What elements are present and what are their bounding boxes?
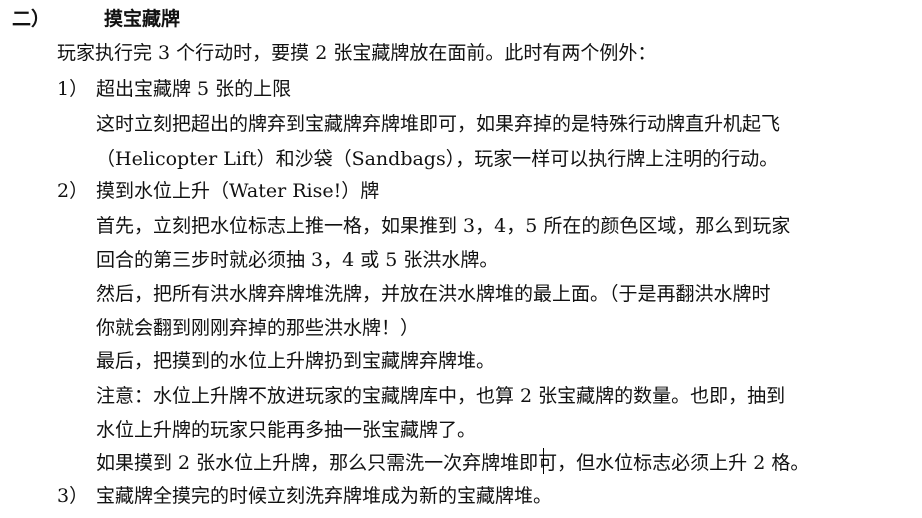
item-1-line-1: 这时立刻把超出的牌弃到宝藏牌弃牌堆即可，如果弃掉的是特殊行动牌直升机起飞 bbox=[96, 113, 781, 135]
item-3-number: 3） bbox=[57, 485, 89, 507]
intro-paragraph: 玩家执行完 3 个行动时，要摸 2 张宝藏牌放在面前。此时有两个例外： bbox=[57, 42, 657, 64]
item-2-number: 2） bbox=[57, 180, 89, 202]
item-2-line-5: 最后，把摸到的水位上升牌扔到宝藏牌弃牌堆。 bbox=[96, 350, 496, 372]
item-2-line-2: 回合的第三步时就必须抽 3，4 或 5 张洪水牌。 bbox=[96, 249, 499, 271]
item-2-line-8: 如果摸到 2 张水位上升牌，那么只需洗一次弃牌堆即可，但水位标志必须上升 2 格… bbox=[96, 452, 810, 474]
item-2-line-1: 首先，立刻把水位标志上推一格，如果推到 3，4，5 所在的颜色区域，那么到玩家 bbox=[96, 215, 791, 237]
item-2-line-4: 你就会翻到刚刚弃掉的那些洪水牌！） bbox=[96, 317, 420, 339]
item-2-line-3: 然后，把所有洪水牌弃牌堆洗牌，并放在洪水牌堆的最上面。（于是再翻洪水牌时 bbox=[96, 283, 771, 305]
section-number: 二） bbox=[12, 8, 51, 30]
item-3-title: 宝藏牌全摸完的时候立刻洗弃牌堆成为新的宝藏牌堆。 bbox=[96, 485, 553, 507]
item-1-number: 1） bbox=[57, 78, 89, 100]
document-page: 二） 摸宝藏牌 玩家执行完 3 个行动时，要摸 2 张宝藏牌放在面前。此时有两个… bbox=[0, 0, 922, 518]
section-title: 摸宝藏牌 bbox=[104, 8, 181, 30]
item-2-line-7: 水位上升牌的玩家只能再多抽一张宝藏牌了。 bbox=[96, 419, 477, 441]
item-1-line-2: （Helicopter Lift）和沙袋（Sandbags），玩家一样可以执行牌… bbox=[96, 148, 779, 170]
item-2-title: 摸到水位上升（Water Rise!）牌 bbox=[96, 180, 380, 202]
item-1-title: 超出宝藏牌 5 张的上限 bbox=[96, 78, 292, 100]
item-2-line-6: 注意：水位上升牌不放进玩家的宝藏牌库中，也算 2 张宝藏牌的数量。也即，抽到 bbox=[96, 385, 786, 407]
text-cursor bbox=[543, 448, 544, 474]
